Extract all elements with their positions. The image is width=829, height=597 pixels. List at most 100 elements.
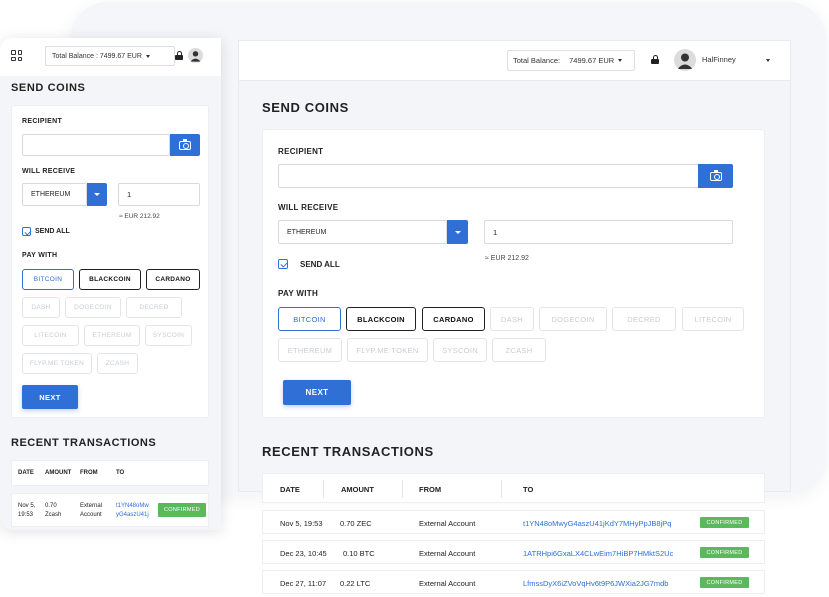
amount-input[interactable]: 1: [484, 220, 733, 244]
currency-select[interactable]: ETHEREUM: [22, 183, 87, 206]
camera-icon: [709, 169, 722, 181]
column-to: TO: [116, 470, 125, 476]
coin-ethereum: ETHEREUM: [84, 325, 140, 346]
coin-blackcoin[interactable]: BLACKCOIN: [79, 269, 141, 290]
column-divider: [323, 480, 324, 498]
coin-ethereum: ETHEREUM: [278, 338, 342, 362]
column-to: TO: [523, 485, 534, 494]
tx-date: Dec 27, 11:07: [280, 579, 327, 588]
balance-label: Total Balance :: [52, 52, 98, 60]
tx-amount: 0.70 ZEC: [340, 519, 372, 528]
recipient-input[interactable]: [22, 134, 170, 156]
coin-syscoin: SYSCOIN: [433, 338, 487, 362]
recipient-label: RECIPIENT: [278, 147, 324, 156]
column-divider: [501, 480, 502, 498]
eur-equivalent: ≈ EUR 212.92: [485, 255, 529, 262]
scan-qr-button[interactable]: [698, 164, 733, 188]
user-menu-chevron-icon[interactable]: [766, 59, 770, 62]
recent-transactions-title: RECENT TRANSACTIONS: [11, 437, 157, 449]
tx-to-line2[interactable]: yG4aszU41j: [116, 511, 149, 519]
next-button[interactable]: NEXT: [283, 380, 351, 405]
transactions-table-header: DATE AMOUNT FROM TO: [262, 473, 765, 503]
total-balance-dropdown[interactable]: Total Balance : 7499.67 EUR: [45, 46, 175, 66]
page-title: SEND COINS: [11, 82, 86, 94]
avatar-icon[interactable]: [674, 49, 696, 71]
coin-dash: DASH: [22, 297, 60, 318]
coin-dogecoin: DOGECOIN: [65, 297, 121, 318]
eur-equivalent: ≈ EUR 212.92: [119, 213, 160, 220]
page-title: SEND COINS: [262, 100, 349, 115]
will-receive-label: WILL RECEIVE: [22, 168, 76, 175]
status-badge: CONFIRMED: [700, 577, 749, 588]
chevron-down-icon: [618, 59, 623, 62]
recent-transactions-title: RECENT TRANSACTIONS: [262, 444, 434, 459]
camera-icon: [179, 138, 191, 150]
chevron-down-icon: [454, 230, 461, 234]
column-amount: AMOUNT: [341, 485, 374, 494]
coin-bitcoin[interactable]: BITCOIN: [278, 307, 341, 331]
table-row[interactable]: Dec 27, 11:07 0.22 LTC External Account …: [262, 570, 765, 594]
coin-cardano[interactable]: CARDANO: [422, 307, 485, 331]
send-all-label[interactable]: SEND ALL: [35, 228, 70, 235]
tx-amount-line1: 0.70: [45, 503, 57, 509]
tx-to-address[interactable]: t1YN48oMwyG4aszU41jKdY7MHyPpJB8jPq: [523, 519, 671, 528]
coin-flypme-token: FLYP.ME TOKEN: [22, 353, 92, 374]
send-form-card: RECIPIENT WILL RECEIVE ETHEREUM 1 ≈ EUR …: [262, 129, 765, 418]
total-balance-dropdown[interactable]: Total Balance: 7499.67 EUR: [507, 50, 635, 71]
balance-label: Total Balance:: [513, 56, 561, 65]
coin-zcash: ZCASH: [97, 353, 138, 374]
coin-decred: DECRED: [612, 307, 676, 331]
table-row[interactable]: Nov 5, 19:53 0.70 ZEC External Account t…: [262, 510, 765, 534]
recipient-input[interactable]: [278, 164, 699, 188]
desktop-topbar: Total Balance: 7499.67 EUR HalFinney: [239, 41, 790, 81]
status-badge: CONFIRMED: [700, 547, 749, 558]
transactions-table-header: DATE AMOUNT FROM TO: [11, 460, 209, 486]
column-date: DATE: [18, 470, 34, 476]
tx-from: External Account: [419, 579, 476, 588]
tx-date-line2: 19:53: [18, 512, 34, 518]
recipient-label: RECIPIENT: [22, 118, 63, 125]
lock-icon[interactable]: [175, 51, 183, 60]
tx-to-address[interactable]: 1ATRHpi6GxaLX4CLwEim7HiBP7HMktS2Uc: [523, 549, 673, 558]
send-all-checkbox[interactable]: [22, 227, 31, 236]
scan-qr-button[interactable]: [170, 134, 200, 156]
coin-bitcoin[interactable]: BITCOIN: [22, 269, 74, 290]
username[interactable]: HalFinney: [702, 55, 736, 64]
column-from: FROM: [80, 470, 98, 476]
coin-syscoin: SYSCOIN: [145, 325, 192, 346]
column-amount: AMOUNT: [45, 470, 72, 476]
column-date: DATE: [280, 485, 300, 494]
will-receive-label: WILL RECEIVE: [278, 203, 339, 212]
chevron-down-icon: [94, 193, 100, 196]
currency-select-toggle[interactable]: [87, 183, 107, 206]
lock-icon[interactable]: [651, 55, 659, 64]
status-badge: CONFIRMED: [158, 503, 206, 517]
coin-cardano[interactable]: CARDANO: [146, 269, 200, 290]
amount-input[interactable]: 1: [118, 183, 200, 206]
coin-litecoin: LITECOIN: [22, 325, 79, 346]
currency-select-toggle[interactable]: [447, 220, 468, 244]
coin-flypme-token: FLYP.ME TOKEN: [347, 338, 428, 362]
coin-dogecoin: DOGECOIN: [539, 307, 607, 331]
tx-to-address[interactable]: LfmssDyX6iZVoVqHv6t9P6JWXia2JG7mdb: [523, 579, 668, 588]
table-row[interactable]: Nov 5, 19:53 0.70 Zcash External Account…: [11, 493, 209, 527]
grid-menu-icon[interactable]: [11, 50, 23, 62]
coin-blackcoin[interactable]: BLACKCOIN: [346, 307, 416, 331]
tx-amount: 0.22 LTC: [340, 579, 371, 588]
currency-select[interactable]: ETHEREUM: [278, 220, 447, 244]
tx-from: External Account: [419, 519, 476, 528]
next-button[interactable]: NEXT: [22, 385, 78, 409]
tx-to-line1[interactable]: t1YN48oMw: [116, 502, 149, 510]
pay-with-label: PAY WITH: [22, 252, 58, 259]
mobile-window: Total Balance : 7499.67 EUR SEND COINS R…: [0, 38, 221, 530]
chevron-down-icon: [145, 54, 150, 58]
tx-date-line1: Nov 5,: [18, 503, 36, 509]
send-all-checkbox[interactable]: [278, 259, 288, 269]
coin-litecoin: LITECOIN: [682, 307, 744, 331]
pay-with-label: PAY WITH: [278, 289, 319, 298]
avatar-icon[interactable]: [188, 48, 203, 63]
send-all-label[interactable]: SEND ALL: [300, 260, 340, 269]
column-from: FROM: [419, 485, 442, 494]
table-row[interactable]: Dec 23, 10:45 0.10 BTC External Account …: [262, 540, 765, 564]
tx-from: External Account: [419, 549, 476, 558]
